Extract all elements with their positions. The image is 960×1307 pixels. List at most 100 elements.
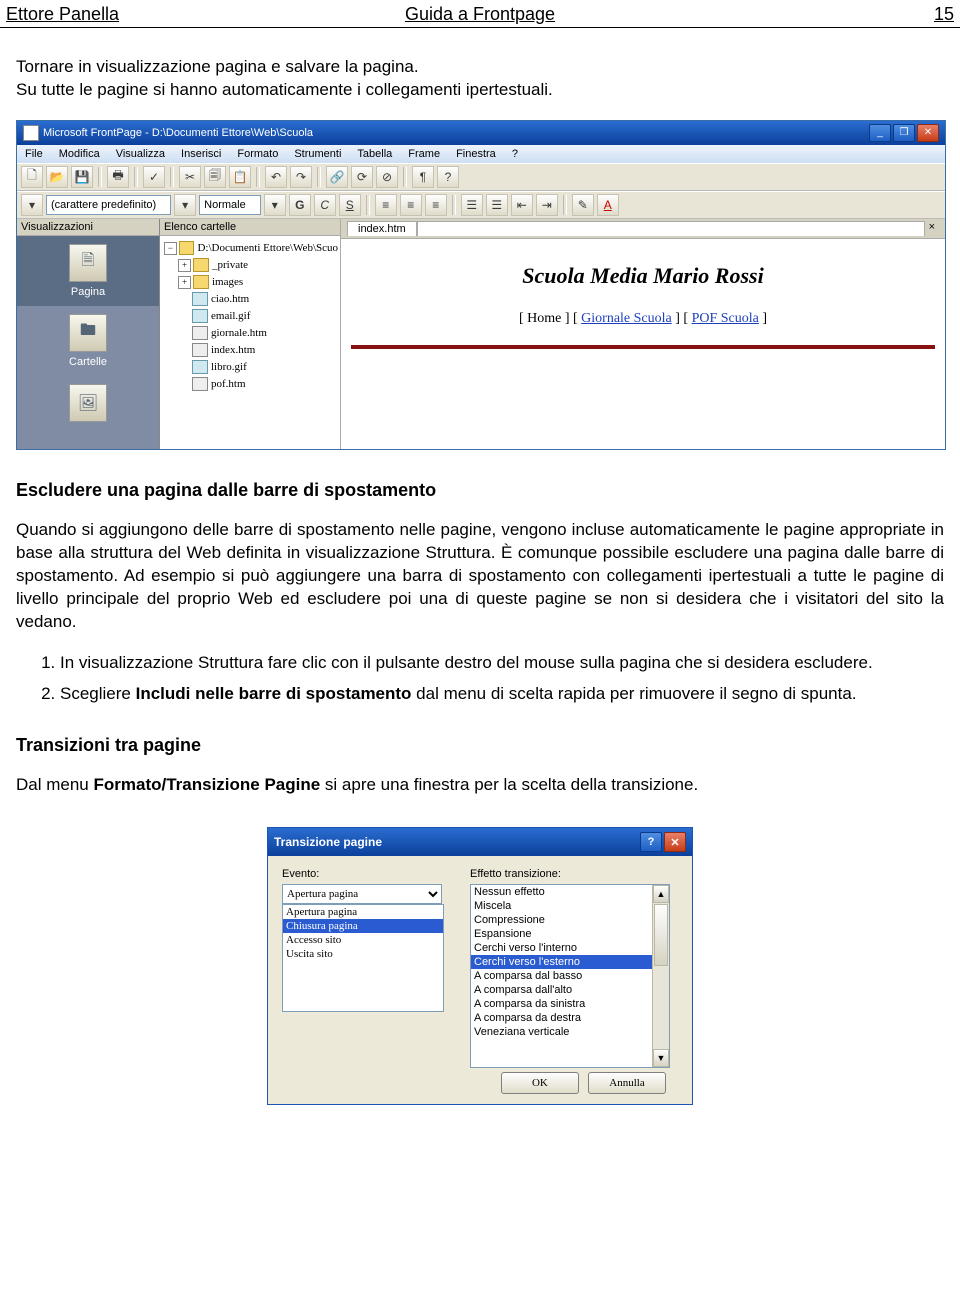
bold-button[interactable]: G: [289, 194, 311, 216]
spellcheck-icon[interactable]: ✓: [143, 166, 165, 188]
effetto-option[interactable]: A comparsa dal basso: [471, 969, 652, 983]
maximize-button[interactable]: ❐: [893, 124, 915, 142]
menu-file[interactable]: File: [21, 147, 47, 161]
paragraph-style-dropdown[interactable]: Normale: [199, 195, 261, 215]
scroll-thumb[interactable]: [654, 904, 668, 966]
copy-icon[interactable]: 🗐: [204, 166, 226, 188]
effetto-option[interactable]: A comparsa da sinistra: [471, 997, 652, 1011]
nav-giornale-link[interactable]: Giornale Scuola: [581, 311, 672, 326]
effetto-option[interactable]: A comparsa da destra: [471, 1011, 652, 1025]
menu-finestra[interactable]: Finestra: [452, 147, 500, 161]
menu-tabella[interactable]: Tabella: [353, 147, 396, 161]
effetto-option[interactable]: Espansione: [471, 927, 652, 941]
format-toolbar[interactable]: ▾ (carattere predefinito) ▾ Normale ▾ G …: [17, 191, 945, 219]
standard-toolbar[interactable]: 🗋 📂 💾 🖶 ✓ ✂ 🗐 📋 ↶ ↷ 🔗 ⟳ ⊘ ¶ ?: [17, 163, 945, 191]
cut-icon[interactable]: ✂: [179, 166, 201, 188]
tree-item[interactable]: libro.gif: [164, 359, 338, 376]
refresh-icon[interactable]: ⟳: [351, 166, 373, 188]
tree-item[interactable]: +_private: [164, 257, 338, 274]
effetto-option[interactable]: Nessun effetto: [471, 885, 652, 899]
menu-inserisci[interactable]: Inserisci: [177, 147, 225, 161]
minimize-button[interactable]: _: [869, 124, 891, 142]
dialog-titlebar[interactable]: Transizione pagine ? ✕: [268, 828, 692, 856]
scroll-up-icon[interactable]: ▲: [653, 885, 669, 903]
print-icon[interactable]: 🖶: [107, 166, 129, 188]
close-button[interactable]: ✕: [917, 124, 939, 142]
evento-option[interactable]: Accesso sito: [283, 933, 443, 947]
editor-pane[interactable]: index.htm × Scuola Media Mario Rossi [ H…: [341, 219, 945, 449]
open-icon[interactable]: 📂: [46, 166, 68, 188]
folder-list-panel[interactable]: Elenco cartelle −D:\Documenti Ettore\Web…: [160, 219, 341, 449]
view-more[interactable]: 🖼: [17, 376, 159, 434]
evento-option[interactable]: Apertura pagina: [283, 905, 443, 919]
evento-option[interactable]: Chiusura pagina: [283, 919, 443, 933]
undo-icon[interactable]: ↶: [265, 166, 287, 188]
expand-icon[interactable]: +: [178, 259, 191, 272]
hyperlink-icon[interactable]: 🔗: [326, 166, 348, 188]
evento-listbox[interactable]: Apertura paginaChiusura paginaAccesso si…: [282, 904, 444, 1012]
effetto-option[interactable]: Cerchi verso l'esterno: [471, 955, 652, 969]
menu-frame[interactable]: Frame: [404, 147, 444, 161]
font-color-icon[interactable]: A: [597, 194, 619, 216]
tree-item[interactable]: ciao.htm: [164, 291, 338, 308]
help-icon[interactable]: ?: [437, 166, 459, 188]
scrollbar[interactable]: ▲ ▼: [652, 885, 669, 1067]
menu-bar[interactable]: File Modifica Visualizza Inserisci Forma…: [17, 145, 945, 163]
menu-visualizza[interactable]: Visualizza: [112, 147, 169, 161]
evento-combo[interactable]: Apertura pagina: [282, 884, 442, 904]
save-icon[interactable]: 💾: [71, 166, 93, 188]
menu-formato[interactable]: Formato: [233, 147, 282, 161]
highlight-icon[interactable]: ✎: [572, 194, 594, 216]
effetto-option[interactable]: Veneziana verticale: [471, 1025, 652, 1039]
nav-pof-link[interactable]: POF Scuola: [692, 311, 759, 326]
cancel-button[interactable]: Annulla: [588, 1072, 666, 1094]
folder-tree[interactable]: −D:\Documenti Ettore\Web\Scuo +_private …: [160, 236, 340, 397]
style-dd2-icon[interactable]: ▾: [264, 194, 286, 216]
paste-icon[interactable]: 📋: [229, 166, 251, 188]
tree-item[interactable]: pof.htm: [164, 376, 338, 393]
tree-item[interactable]: giornale.htm: [164, 325, 338, 342]
dialog-help-button[interactable]: ?: [640, 832, 662, 852]
tab-close-icon[interactable]: ×: [925, 221, 939, 236]
outdent-icon[interactable]: ⇤: [511, 194, 533, 216]
view-page[interactable]: 🗎 Pagina: [17, 236, 159, 306]
document-tabs[interactable]: index.htm ×: [341, 219, 945, 239]
effetto-listbox[interactable]: Nessun effettoMiscelaCompressioneEspansi…: [470, 884, 670, 1068]
italic-button[interactable]: C: [314, 194, 336, 216]
stop-icon[interactable]: ⊘: [376, 166, 398, 188]
ok-button[interactable]: OK: [501, 1072, 579, 1094]
expand-icon[interactable]: +: [178, 276, 191, 289]
underline-button[interactable]: S: [339, 194, 361, 216]
show-icon[interactable]: ¶: [412, 166, 434, 188]
align-center-icon[interactable]: ≡: [400, 194, 422, 216]
numbered-list-icon[interactable]: ☰: [461, 194, 483, 216]
align-right-icon[interactable]: ≡: [425, 194, 447, 216]
redo-icon[interactable]: ↷: [290, 166, 312, 188]
evento-option[interactable]: Uscita sito: [283, 947, 443, 961]
align-left-icon[interactable]: ≡: [375, 194, 397, 216]
font-dd-icon[interactable]: ▾: [174, 194, 196, 216]
bullet-list-icon[interactable]: ☰: [486, 194, 508, 216]
menu-strumenti[interactable]: Strumenti: [290, 147, 345, 161]
tree-item[interactable]: +images: [164, 274, 338, 291]
effetto-option[interactable]: A comparsa dall'alto: [471, 983, 652, 997]
scroll-down-icon[interactable]: ▼: [653, 1049, 669, 1067]
tree-item[interactable]: index.htm: [164, 342, 338, 359]
tree-root[interactable]: −D:\Documenti Ettore\Web\Scuo: [164, 240, 338, 257]
indent-icon[interactable]: ⇥: [536, 194, 558, 216]
effetto-option[interactable]: Miscela: [471, 899, 652, 913]
views-bar[interactable]: Visualizzazioni 🗎 Pagina 🖿 Cartelle 🖼: [17, 219, 160, 449]
style-dd-icon[interactable]: ▾: [21, 194, 43, 216]
dialog-close-button[interactable]: ✕: [664, 832, 686, 852]
menu-help[interactable]: ?: [508, 147, 522, 161]
window-titlebar[interactable]: Microsoft FrontPage - D:\Documenti Ettor…: [17, 121, 945, 145]
view-folders[interactable]: 🖿 Cartelle: [17, 306, 159, 376]
effetto-option[interactable]: Cerchi verso l'interno: [471, 941, 652, 955]
effetto-option[interactable]: Compressione: [471, 913, 652, 927]
menu-modifica[interactable]: Modifica: [55, 147, 104, 161]
collapse-icon[interactable]: −: [164, 242, 177, 255]
tree-item[interactable]: email.gif: [164, 308, 338, 325]
tab-index[interactable]: index.htm: [347, 221, 417, 236]
new-icon[interactable]: 🗋: [21, 166, 43, 188]
font-dropdown[interactable]: (carattere predefinito): [46, 195, 171, 215]
